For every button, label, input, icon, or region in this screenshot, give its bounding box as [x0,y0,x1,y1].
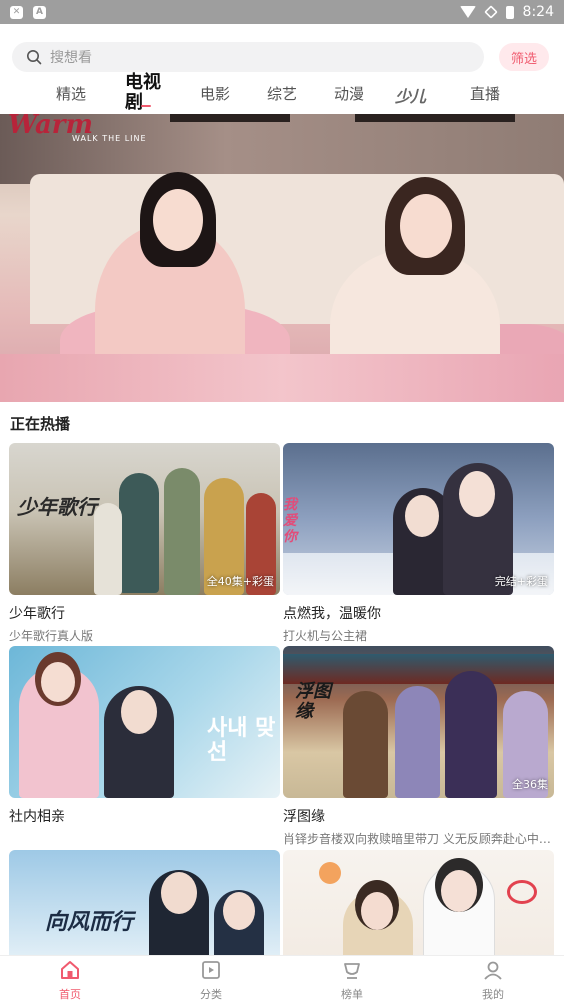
show-card[interactable]: 사내 맞선 社内相亲 [9,646,280,830]
episode-badge: 全36集 [512,778,548,791]
nav-profile[interactable]: 我的 [453,960,533,1002]
nav-ranking[interactable]: 榜单 [312,960,392,1002]
episode-badge: 全40集+彩蛋 [206,575,274,588]
search-bar[interactable]: 搜想看 [12,42,484,72]
episode-badge: 完结+彩蛋 [494,575,548,588]
shield-x-icon: ✕ [10,5,23,19]
wifi-icon [459,6,476,18]
show-card[interactable]: 浮图缘 全36集 浮图缘 肖铎步音楼双向救赎暗里带刀 义无反顾奔赴心中所... [283,646,554,847]
hero-picture-frame [170,114,290,122]
no-signal-icon [483,5,498,19]
nav-profile-label: 我的 [482,988,504,1001]
show-description: 肖铎步音楼双向救赎暗里带刀 义无反顾奔赴心中所... [283,832,554,846]
a-icon: A [33,5,46,19]
tab-featured[interactable]: 精选 [56,83,86,104]
show-title: 浮图缘 [283,809,325,825]
tab-anime[interactable]: 动漫 [334,83,364,104]
poster-title: 사내 맞선 [207,715,276,765]
search-icon [27,50,42,65]
poster-title: 向风而行 [45,909,134,935]
tab-variety[interactable]: 综艺 [267,83,297,104]
show-title: 社内相亲 [9,809,65,825]
show-card[interactable]: 我爱你 完结+彩蛋 点燃我，温暖你 打火机与公主裙 [283,443,554,644]
hero-picture-frame [355,114,515,122]
show-poster[interactable]: 我爱你 完结+彩蛋 [283,443,554,595]
active-tab-indicator [141,105,151,107]
nav-category[interactable]: 分类 [171,960,251,1002]
search-placeholder: 搜想看 [50,50,92,66]
ranking-icon [344,963,360,979]
show-poster[interactable]: 사내 맞선 [9,646,280,798]
show-title: 点燃我，温暖你 [283,606,381,622]
nav-home-label: 首页 [59,988,81,1001]
status-time: 8:24 [522,4,554,20]
category-tabs: 精选 电视剧 电影 综艺 动漫 少儿 直播 [0,72,564,114]
status-bar: ✕ A 8:24 [0,0,564,24]
hero-blanket [0,354,564,402]
category-icon [202,961,220,979]
section-title: 正在热播 [10,415,71,433]
profile-icon [484,961,502,980]
tab-live[interactable]: 直播 [470,83,500,104]
show-title: 少年歌行 [9,606,65,622]
poster-title: 浮图缘 [295,681,331,722]
nav-category-label: 分类 [200,988,222,1001]
nav-ranking-label: 榜单 [341,988,363,1001]
show-description: 打火机与公主裙 [283,629,368,643]
hero-subtitle: WALK THE LINE [72,134,147,143]
show-description: 少年歌行真人版 [9,629,94,643]
poster-title: 少年歌行 [17,495,97,519]
show-card[interactable]: 少年歌行 全40集+彩蛋 少年歌行 少年歌行真人版 [9,443,280,644]
tab-tv-series[interactable]: 电视剧 [125,73,167,113]
tab-kids[interactable]: 少儿 [395,83,426,107]
nav-home[interactable]: 首页 [30,960,110,1002]
show-poster[interactable]: 浮图缘 全36集 [283,646,554,798]
show-poster[interactable]: 少年歌行 全40集+彩蛋 [9,443,280,595]
poster-title: 我爱你 [283,497,297,545]
battery-icon [505,5,514,19]
tab-movies[interactable]: 电影 [200,83,230,104]
hero-banner[interactable]: Warm WALK THE LINE [0,114,564,402]
bottom-navigation: 首页 分类 榜单 我的 [0,955,564,1002]
filter-button[interactable]: 筛选 [499,43,549,71]
header: 搜想看 筛选 精选 电视剧 电影 综艺 动漫 少儿 直播 [0,24,564,114]
home-icon [61,961,79,979]
